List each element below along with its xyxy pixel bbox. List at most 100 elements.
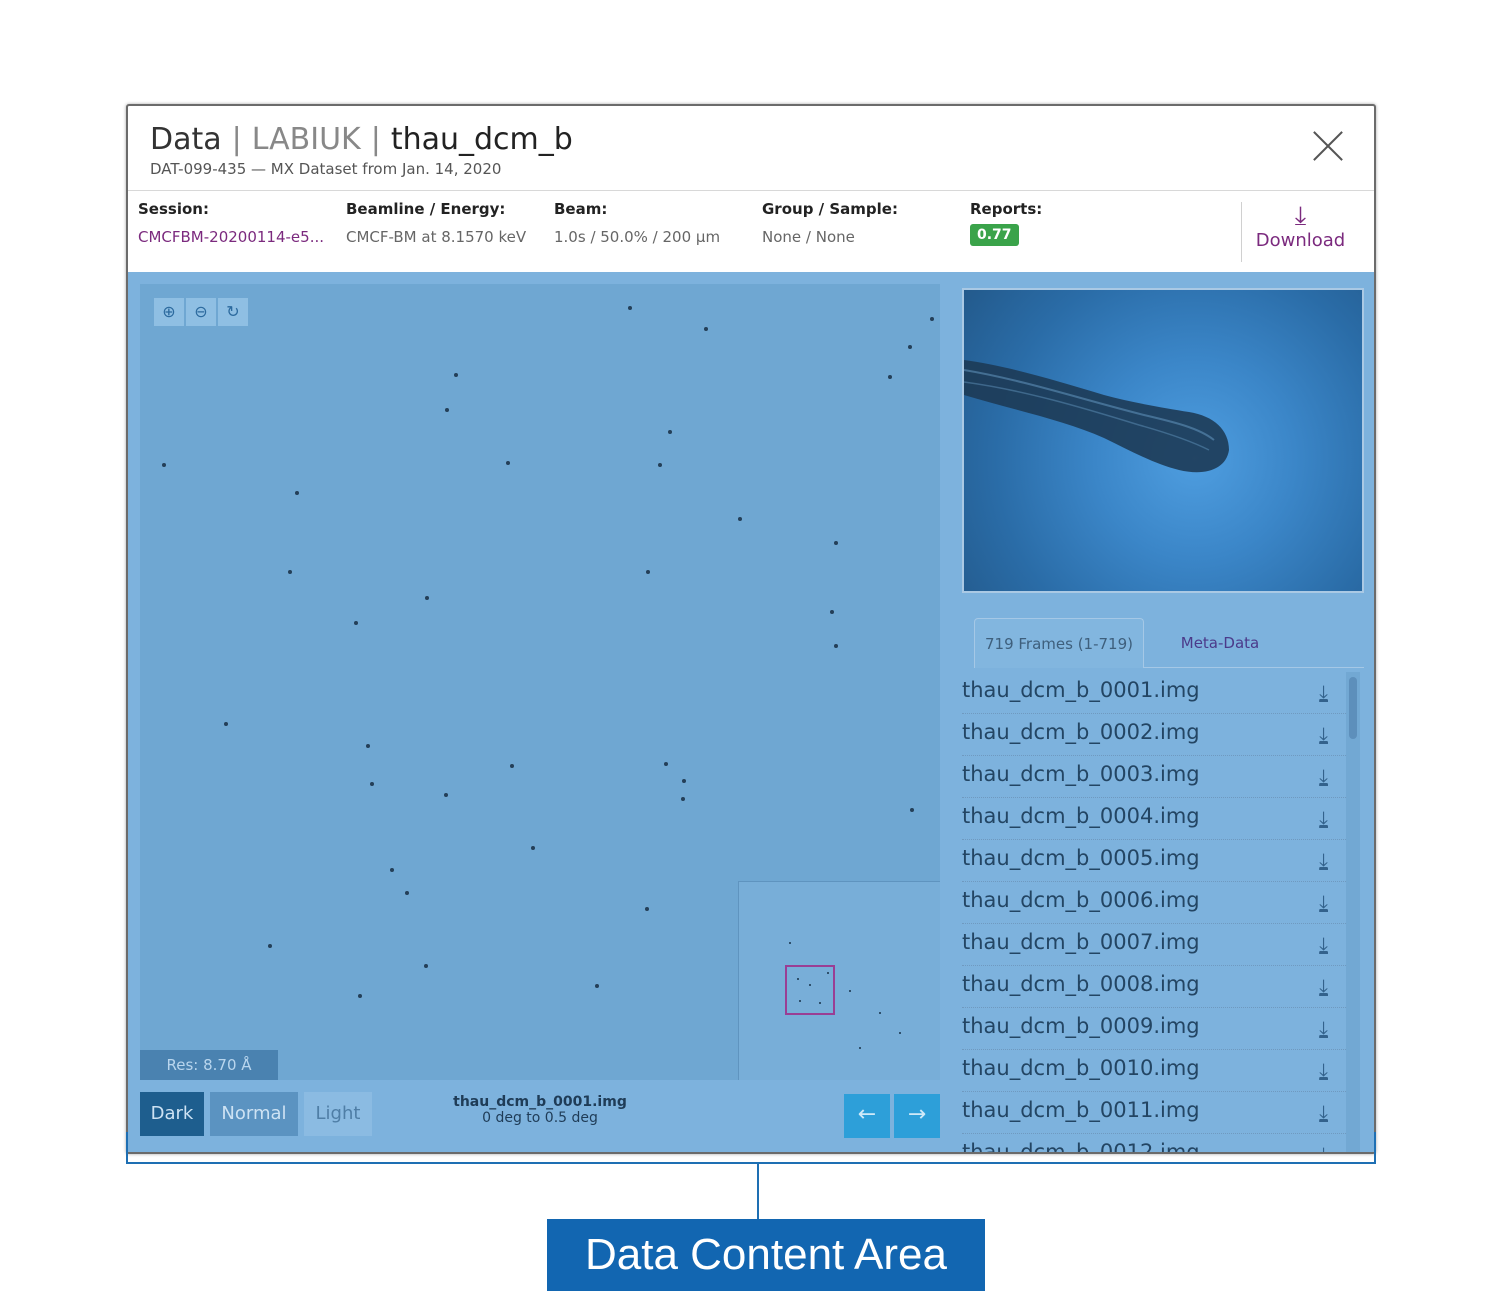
dark-mode-button[interactable]: Dark [140, 1092, 204, 1136]
breadcrumb-dataset: thau_dcm_b [390, 122, 573, 157]
download-label: Download [1255, 230, 1346, 251]
beamline-label: Beamline / Energy: [346, 200, 506, 218]
minimap-spot [899, 1032, 901, 1034]
diffraction-spot [830, 610, 834, 614]
session-label: Session: [138, 200, 209, 218]
download-button[interactable]: ⤓ Download [1241, 202, 1351, 262]
diffraction-spot [390, 868, 394, 872]
data-content-area: ⊕ ⊖ ↻ Res: 8.70 Å Dark Normal Light thau… [128, 272, 1374, 1152]
list-item[interactable]: thau_dcm_b_0011.img ⤓ [962, 1092, 1346, 1134]
download-icon[interactable]: ⤓ [1319, 764, 1328, 788]
beamline-info: Beamline / Energy: CMCF-BM at 8.1570 keV [346, 200, 526, 246]
frame-file-name[interactable]: thau_dcm_b_0005.img [962, 846, 1200, 870]
frame-file-name[interactable]: thau_dcm_b_0011.img [962, 1098, 1200, 1122]
breadcrumb-project[interactable]: LABIUK [252, 122, 361, 157]
diffraction-spot [531, 846, 535, 850]
download-icon[interactable]: ⤓ [1319, 722, 1328, 746]
frame-file-name[interactable]: thau_dcm_b_0003.img [962, 762, 1200, 786]
frame-file-list: thau_dcm_b_0001.img ⤓ thau_dcm_b_0002.img ⤓… [962, 672, 1346, 1152]
list-item[interactable]: thau_dcm_b_0001.img ⤓ [962, 672, 1346, 714]
diffraction-spot [628, 306, 632, 310]
download-icon[interactable]: ⤓ [1319, 890, 1328, 914]
download-icon: ⤓ [1294, 201, 1307, 231]
resolution-readout: Res: 8.70 Å [140, 1050, 278, 1080]
frame-file-name[interactable]: thau_dcm_b_0001.img [962, 678, 1200, 702]
minimap-spot [789, 942, 791, 944]
diffraction-spot [646, 570, 650, 574]
diffraction-spot [224, 722, 228, 726]
normal-mode-button[interactable]: Normal [210, 1092, 298, 1136]
close-icon[interactable] [1310, 128, 1346, 164]
diffraction-spot [908, 345, 912, 349]
session-info: Session: CMCFBM-20200114-e5... [138, 200, 324, 246]
image-minimap[interactable] [738, 881, 940, 1080]
beam-info: Beam: 1.0s / 50.0% / 200 μm [554, 200, 720, 246]
diffraction-spot [444, 793, 448, 797]
breadcrumb-separator: | [370, 122, 381, 157]
minimap-spot [859, 1047, 861, 1049]
file-list-scrollbar[interactable] [1346, 672, 1360, 1152]
scrollbar-thumb[interactable] [1349, 677, 1357, 739]
breadcrumb-data[interactable]: Data [150, 122, 222, 157]
download-icon[interactable]: ⤓ [1319, 848, 1328, 872]
frame-file-name[interactable]: thau_dcm_b_0007.img [962, 930, 1200, 954]
minimap-spot [827, 972, 829, 974]
frame-file-name[interactable]: thau_dcm_b_0008.img [962, 972, 1200, 996]
page: Data | LABIUK | thau_dcm_b DAT-099-435 — MX … [0, 0, 1500, 1291]
frame-file-name[interactable]: thau_dcm_b_0004.img [962, 804, 1200, 828]
list-item[interactable]: thau_dcm_b_0010.img ⤓ [962, 1050, 1346, 1092]
diffraction-spot [506, 461, 510, 465]
download-icon[interactable]: ⤓ [1319, 1016, 1328, 1040]
minimap-spot [797, 978, 799, 980]
diffraction-spot [445, 408, 449, 412]
list-item[interactable]: thau_dcm_b_0003.img ⤓ [962, 756, 1346, 798]
diffraction-spot [366, 744, 370, 748]
frame-file-name[interactable]: thau_dcm_b_0010.img [962, 1056, 1200, 1080]
diffraction-spot [424, 964, 428, 968]
frame-file-name[interactable]: thau_dcm_b_0002.img [962, 720, 1200, 744]
download-icon[interactable]: ⤓ [1319, 1100, 1328, 1124]
session-link[interactable]: CMCFBM-20200114-e5... [138, 228, 324, 246]
zoom-in-icon[interactable]: ⊕ [154, 298, 184, 326]
diffraction-spot [510, 764, 514, 768]
diffraction-spot [910, 808, 914, 812]
reports-info: Reports: 0.77 [970, 200, 1042, 246]
list-item[interactable]: thau_dcm_b_0008.img ⤓ [962, 966, 1346, 1008]
diffraction-spot [370, 782, 374, 786]
diffraction-spot [930, 317, 934, 321]
diffraction-image-viewer[interactable]: ⊕ ⊖ ↻ Res: 8.70 Å [140, 284, 940, 1080]
download-icon[interactable]: ⤓ [1319, 974, 1328, 998]
list-item[interactable]: thau_dcm_b_0007.img ⤓ [962, 924, 1346, 966]
header-divider [128, 190, 1374, 191]
diffraction-spot [645, 907, 649, 911]
tab-meta-data[interactable]: Meta-Data [1160, 618, 1280, 668]
list-item[interactable]: thau_dcm_b_0009.img ⤓ [962, 1008, 1346, 1050]
light-mode-button[interactable]: Light [304, 1092, 372, 1136]
reset-zoom-icon[interactable]: ↻ [218, 298, 248, 326]
diffraction-spot [425, 596, 429, 600]
current-frame-range: 0 deg to 0.5 deg [482, 1110, 598, 1126]
diffraction-spot [658, 463, 662, 467]
diffraction-spot [664, 762, 668, 766]
tab-frames[interactable]: 719 Frames (1-719) [974, 618, 1144, 668]
frame-file-name[interactable]: thau_dcm_b_0006.img [962, 888, 1200, 912]
list-item[interactable]: thau_dcm_b_0006.img ⤓ [962, 882, 1346, 924]
report-score-badge[interactable]: 0.77 [970, 224, 1019, 246]
list-item[interactable]: thau_dcm_b_0005.img ⤓ [962, 840, 1346, 882]
download-icon[interactable]: ⤓ [1319, 680, 1328, 704]
list-item[interactable]: thau_dcm_b_0002.img ⤓ [962, 714, 1346, 756]
download-icon[interactable]: ⤓ [1319, 806, 1328, 830]
dataset-subtitle: DAT-099-435 — MX Dataset from Jan. 14, 2… [150, 160, 502, 178]
download-icon[interactable]: ⤓ [1319, 1058, 1328, 1082]
diffraction-spot [888, 375, 892, 379]
annotation-connector [757, 1164, 759, 1220]
list-item[interactable]: thau_dcm_b_0004.img ⤓ [962, 798, 1346, 840]
download-icon[interactable]: ⤓ [1319, 932, 1328, 956]
minimap-spot [799, 1000, 801, 1002]
beam-label: Beam: [554, 200, 608, 218]
page-title: Data | LABIUK | thau_dcm_b [150, 122, 573, 157]
frame-file-name[interactable]: thau_dcm_b_0009.img [962, 1014, 1200, 1038]
minimap-spot [809, 984, 811, 986]
zoom-out-icon[interactable]: ⊖ [186, 298, 216, 326]
dataset-modal: Data | LABIUK | thau_dcm_b DAT-099-435 — MX … [126, 104, 1376, 1154]
